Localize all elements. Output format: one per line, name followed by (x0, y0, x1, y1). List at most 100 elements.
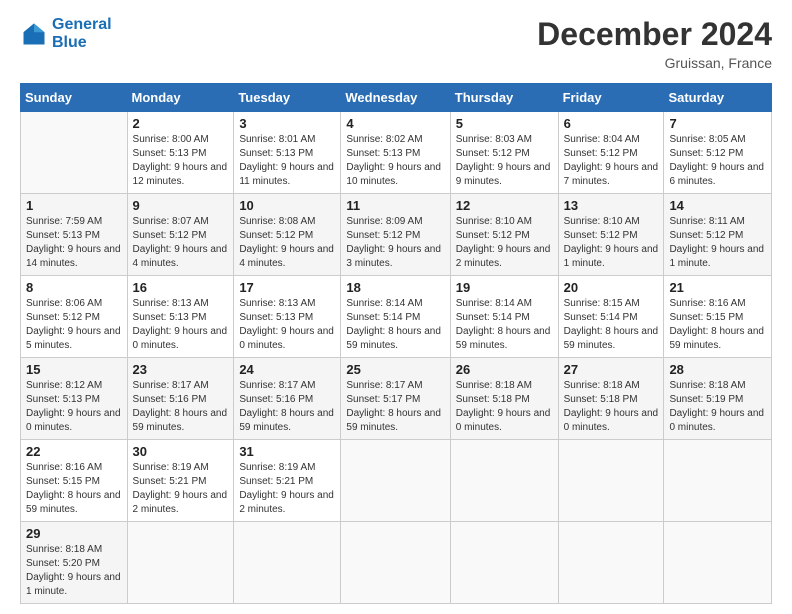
day-info: Sunrise: 8:18 AMSunset: 5:18 PMDaylight:… (564, 380, 659, 433)
calendar-cell: 18 Sunrise: 8:14 AMSunset: 5:14 PMDaylig… (341, 276, 450, 358)
day-info: Sunrise: 8:10 AMSunset: 5:12 PMDaylight:… (456, 216, 551, 269)
calendar-week-row: 29 Sunrise: 8:18 AMSunset: 5:20 PMDaylig… (21, 522, 772, 604)
page-header: General Blue December 2024 Gruissan, Fra… (20, 16, 772, 71)
day-number: 26 (456, 362, 553, 377)
calendar-cell: 17 Sunrise: 8:13 AMSunset: 5:13 PMDaylig… (234, 276, 341, 358)
calendar-week-row: 8 Sunrise: 8:06 AMSunset: 5:12 PMDayligh… (21, 276, 772, 358)
calendar-cell: 7 Sunrise: 8:05 AMSunset: 5:12 PMDayligh… (664, 112, 772, 194)
calendar-cell (341, 440, 450, 522)
calendar-cell (234, 522, 341, 604)
calendar-cell: 2 Sunrise: 8:00 AMSunset: 5:13 PMDayligh… (127, 112, 234, 194)
calendar-week-row: 2 Sunrise: 8:00 AMSunset: 5:13 PMDayligh… (21, 112, 772, 194)
col-saturday: Saturday (664, 84, 772, 112)
calendar-cell (664, 440, 772, 522)
day-info: Sunrise: 8:14 AMSunset: 5:14 PMDaylight:… (456, 298, 551, 351)
logo: General Blue (20, 16, 112, 51)
calendar-header-row: Sunday Monday Tuesday Wednesday Thursday… (21, 84, 772, 112)
calendar-cell: 29 Sunrise: 8:18 AMSunset: 5:20 PMDaylig… (21, 522, 128, 604)
day-info: Sunrise: 8:10 AMSunset: 5:12 PMDaylight:… (564, 216, 659, 269)
calendar-cell (664, 522, 772, 604)
day-number: 11 (346, 198, 444, 213)
day-number: 12 (456, 198, 553, 213)
calendar-cell: 1 Sunrise: 7:59 AMSunset: 5:13 PMDayligh… (21, 194, 128, 276)
day-number: 7 (669, 116, 766, 131)
calendar-cell: 19 Sunrise: 8:14 AMSunset: 5:14 PMDaylig… (450, 276, 558, 358)
day-info: Sunrise: 8:19 AMSunset: 5:21 PMDaylight:… (239, 462, 334, 515)
calendar-week-row: 1 Sunrise: 7:59 AMSunset: 5:13 PMDayligh… (21, 194, 772, 276)
day-info: Sunrise: 8:19 AMSunset: 5:21 PMDaylight:… (133, 462, 228, 515)
day-info: Sunrise: 8:06 AMSunset: 5:12 PMDaylight:… (26, 298, 121, 351)
day-number: 15 (26, 362, 122, 377)
day-number: 17 (239, 280, 335, 295)
calendar-cell: 27 Sunrise: 8:18 AMSunset: 5:18 PMDaylig… (558, 358, 664, 440)
day-number: 13 (564, 198, 659, 213)
day-info: Sunrise: 8:16 AMSunset: 5:15 PMDaylight:… (26, 462, 121, 515)
day-info: Sunrise: 7:59 AMSunset: 5:13 PMDaylight:… (26, 216, 121, 269)
calendar-cell (558, 522, 664, 604)
calendar-cell: 28 Sunrise: 8:18 AMSunset: 5:19 PMDaylig… (664, 358, 772, 440)
day-info: Sunrise: 8:18 AMSunset: 5:18 PMDaylight:… (456, 380, 551, 433)
calendar-cell: 30 Sunrise: 8:19 AMSunset: 5:21 PMDaylig… (127, 440, 234, 522)
calendar-cell: 31 Sunrise: 8:19 AMSunset: 5:21 PMDaylig… (234, 440, 341, 522)
calendar-cell: 25 Sunrise: 8:17 AMSunset: 5:17 PMDaylig… (341, 358, 450, 440)
location: Gruissan, France (537, 55, 772, 71)
calendar-cell: 3 Sunrise: 8:01 AMSunset: 5:13 PMDayligh… (234, 112, 341, 194)
calendar-cell: 15 Sunrise: 8:12 AMSunset: 5:13 PMDaylig… (21, 358, 128, 440)
calendar-cell (21, 112, 128, 194)
day-number: 22 (26, 444, 122, 459)
calendar-cell: 6 Sunrise: 8:04 AMSunset: 5:12 PMDayligh… (558, 112, 664, 194)
day-number: 29 (26, 526, 122, 541)
calendar-cell: 4 Sunrise: 8:02 AMSunset: 5:13 PMDayligh… (341, 112, 450, 194)
logo-text: General Blue (52, 16, 112, 51)
calendar-cell: 23 Sunrise: 8:17 AMSunset: 5:16 PMDaylig… (127, 358, 234, 440)
calendar-cell: 8 Sunrise: 8:06 AMSunset: 5:12 PMDayligh… (21, 276, 128, 358)
day-info: Sunrise: 8:16 AMSunset: 5:15 PMDaylight:… (669, 298, 764, 351)
day-info: Sunrise: 8:02 AMSunset: 5:13 PMDaylight:… (346, 134, 441, 187)
day-number: 25 (346, 362, 444, 377)
day-info: Sunrise: 8:08 AMSunset: 5:12 PMDaylight:… (239, 216, 334, 269)
col-thursday: Thursday (450, 84, 558, 112)
day-number: 21 (669, 280, 766, 295)
col-sunday: Sunday (21, 84, 128, 112)
calendar-cell: 21 Sunrise: 8:16 AMSunset: 5:15 PMDaylig… (664, 276, 772, 358)
day-number: 6 (564, 116, 659, 131)
day-info: Sunrise: 8:17 AMSunset: 5:17 PMDaylight:… (346, 380, 441, 433)
day-info: Sunrise: 8:04 AMSunset: 5:12 PMDaylight:… (564, 134, 659, 187)
day-info: Sunrise: 8:14 AMSunset: 5:14 PMDaylight:… (346, 298, 441, 351)
day-number: 23 (133, 362, 229, 377)
day-info: Sunrise: 8:13 AMSunset: 5:13 PMDaylight:… (133, 298, 228, 351)
logo-icon (20, 20, 48, 48)
calendar-cell: 16 Sunrise: 8:13 AMSunset: 5:13 PMDaylig… (127, 276, 234, 358)
calendar-cell: 22 Sunrise: 8:16 AMSunset: 5:15 PMDaylig… (21, 440, 128, 522)
day-number: 9 (133, 198, 229, 213)
calendar-cell (450, 522, 558, 604)
calendar-cell (341, 522, 450, 604)
day-number: 16 (133, 280, 229, 295)
calendar-cell (450, 440, 558, 522)
day-number: 31 (239, 444, 335, 459)
day-number: 20 (564, 280, 659, 295)
day-info: Sunrise: 8:01 AMSunset: 5:13 PMDaylight:… (239, 134, 334, 187)
calendar-cell: 24 Sunrise: 8:17 AMSunset: 5:16 PMDaylig… (234, 358, 341, 440)
day-number: 10 (239, 198, 335, 213)
day-number: 4 (346, 116, 444, 131)
day-info: Sunrise: 8:17 AMSunset: 5:16 PMDaylight:… (239, 380, 334, 433)
day-info: Sunrise: 8:18 AMSunset: 5:20 PMDaylight:… (26, 544, 121, 597)
calendar-week-row: 15 Sunrise: 8:12 AMSunset: 5:13 PMDaylig… (21, 358, 772, 440)
col-wednesday: Wednesday (341, 84, 450, 112)
day-number: 5 (456, 116, 553, 131)
day-number: 24 (239, 362, 335, 377)
calendar-cell: 9 Sunrise: 8:07 AMSunset: 5:12 PMDayligh… (127, 194, 234, 276)
day-info: Sunrise: 8:07 AMSunset: 5:12 PMDaylight:… (133, 216, 228, 269)
calendar-cell: 10 Sunrise: 8:08 AMSunset: 5:12 PMDaylig… (234, 194, 341, 276)
day-number: 2 (133, 116, 229, 131)
day-number: 19 (456, 280, 553, 295)
day-number: 14 (669, 198, 766, 213)
calendar-page: General Blue December 2024 Gruissan, Fra… (0, 0, 792, 614)
day-info: Sunrise: 8:05 AMSunset: 5:12 PMDaylight:… (669, 134, 764, 187)
day-number: 8 (26, 280, 122, 295)
day-number: 30 (133, 444, 229, 459)
col-friday: Friday (558, 84, 664, 112)
day-info: Sunrise: 8:15 AMSunset: 5:14 PMDaylight:… (564, 298, 659, 351)
day-info: Sunrise: 8:03 AMSunset: 5:12 PMDaylight:… (456, 134, 551, 187)
